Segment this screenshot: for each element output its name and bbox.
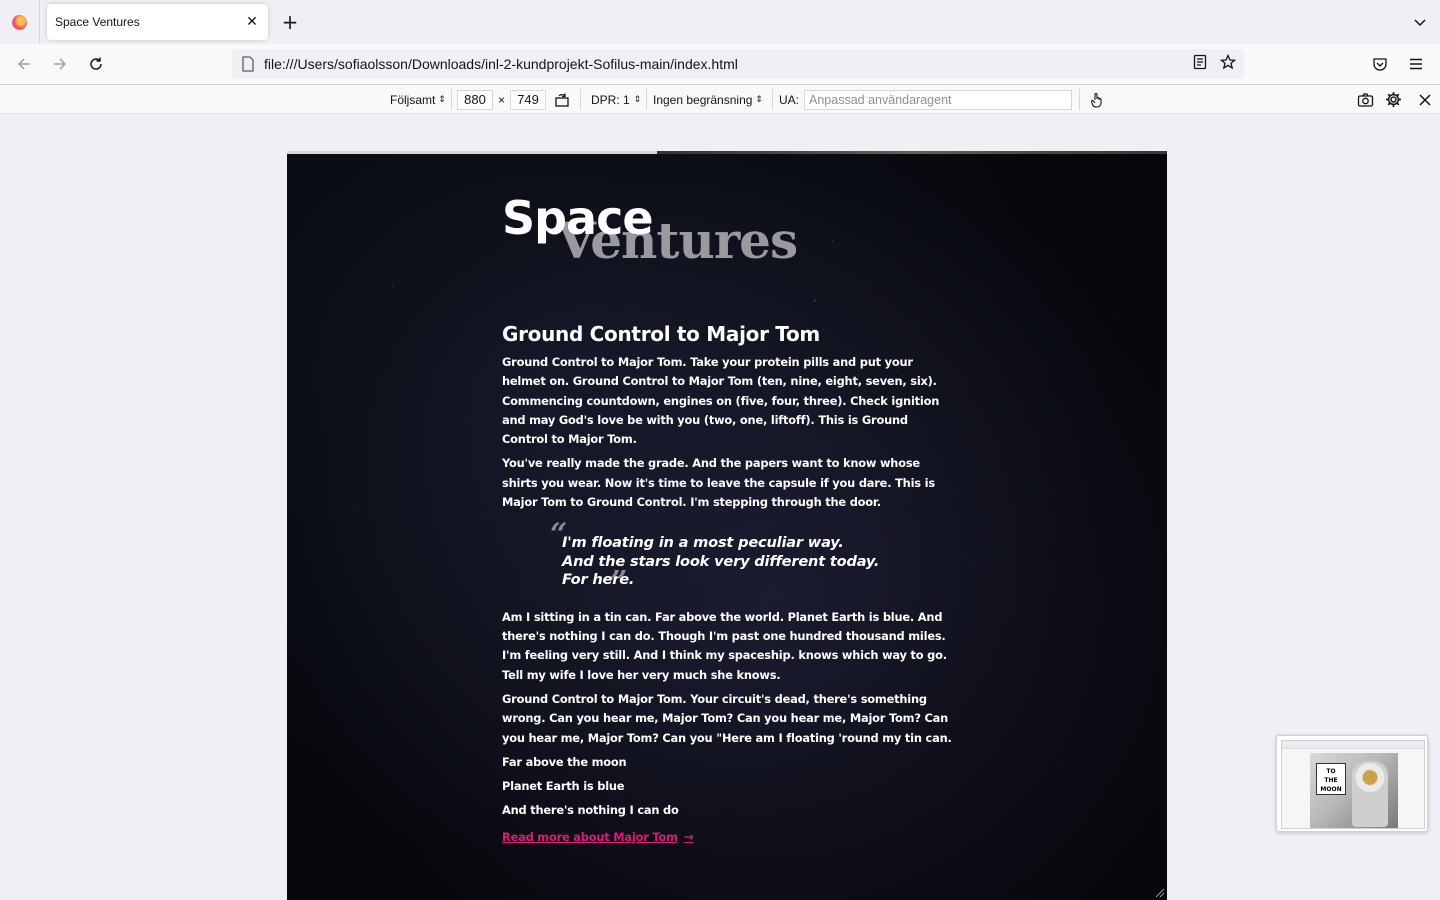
pull-quote: “ I'm floating in a most peculiar way. A… bbox=[550, 520, 952, 601]
tab-strip: Space Ventures ✕ + bbox=[0, 0, 1440, 44]
firefox-icon bbox=[12, 14, 27, 30]
settings-button[interactable] bbox=[1385, 90, 1402, 109]
dpr-selector[interactable]: DPR: 1 ⇕ bbox=[591, 90, 641, 109]
rdm-stage: Space Ventures Ground Control to Major T… bbox=[0, 114, 1440, 900]
viewport-size: 880 × 749 bbox=[457, 89, 547, 110]
page-icon bbox=[232, 56, 264, 72]
separator bbox=[451, 89, 452, 110]
astronaut-image bbox=[1352, 761, 1388, 827]
separator bbox=[1079, 89, 1080, 110]
reload-button[interactable] bbox=[84, 52, 108, 76]
screenshot-button[interactable] bbox=[1357, 90, 1374, 109]
pocket-button[interactable] bbox=[1368, 52, 1392, 76]
thumbnail-image: TO THE MOON bbox=[1281, 740, 1425, 829]
article-heading: Ground Control to Major Tom bbox=[502, 322, 820, 346]
reader-view-icon[interactable] bbox=[1192, 54, 1208, 74]
to-the-moon-sign: TO THE MOON bbox=[1316, 763, 1346, 795]
width-input[interactable]: 880 bbox=[457, 89, 493, 110]
thumbnail-toolbar bbox=[1282, 741, 1424, 749]
device-label: Följsamt bbox=[390, 92, 436, 107]
size-separator: × bbox=[498, 92, 506, 107]
app-menu-button[interactable] bbox=[1404, 52, 1428, 76]
separator bbox=[646, 89, 647, 110]
separator bbox=[772, 89, 773, 110]
firefox-menu[interactable] bbox=[0, 0, 40, 44]
paragraph-1: Ground Control to Major Tom. Take your p… bbox=[502, 355, 940, 447]
rotate-button[interactable] bbox=[554, 90, 570, 109]
arrow-right-icon: → bbox=[683, 829, 694, 844]
navigation-bar: file:///Users/sofiaolsson/Downloads/inl-… bbox=[0, 44, 1440, 85]
close-rdm-button[interactable] bbox=[1418, 90, 1432, 109]
user-agent-input[interactable]: Anpassad användaragent bbox=[804, 89, 1073, 110]
user-agent-group: UA: Anpassad användaragent bbox=[779, 89, 1073, 110]
gear-icon bbox=[1386, 92, 1401, 107]
resize-handle-icon[interactable] bbox=[1153, 886, 1165, 898]
rotate-icon bbox=[555, 93, 569, 107]
paragraph-4: Ground Control to Major Tom. Your circui… bbox=[502, 692, 952, 745]
tab-title: Space Ventures bbox=[55, 15, 140, 29]
logo-space-text: Space bbox=[502, 191, 654, 245]
close-icon bbox=[1419, 93, 1431, 106]
responsive-design-toolbar: Följsamt ⇕ 880 × 749 DPR: 1 ⇕ Ingen begr… bbox=[0, 85, 1440, 114]
emulated-viewport: Space Ventures Ground Control to Major T… bbox=[287, 151, 1167, 900]
read-more-link[interactable]: Read more about Major Tom → bbox=[502, 830, 694, 844]
bookmark-star-icon[interactable] bbox=[1219, 53, 1237, 74]
paragraph-2: You've really made the grade. And the pa… bbox=[502, 456, 935, 510]
device-selector[interactable]: Följsamt ⇕ bbox=[390, 90, 446, 109]
page-content: Space Ventures Ground Control to Major T… bbox=[502, 191, 952, 845]
list-all-tabs-button[interactable] bbox=[1410, 12, 1430, 32]
quote-close-icon: ” bbox=[610, 565, 628, 601]
back-button[interactable] bbox=[12, 52, 36, 76]
new-tab-button[interactable]: + bbox=[278, 10, 302, 34]
pocket-icon bbox=[1373, 58, 1387, 71]
reload-icon bbox=[90, 57, 102, 70]
height-input[interactable]: 749 bbox=[510, 89, 547, 110]
viewport-top-edge bbox=[287, 151, 657, 154]
chevron-down-icon bbox=[1414, 19, 1426, 27]
lyric-line: And there's nothing I can do bbox=[502, 802, 679, 817]
forward-arrow-icon bbox=[54, 58, 67, 70]
hero-image-edge bbox=[657, 151, 1167, 154]
sign-line: THE bbox=[1324, 777, 1338, 784]
forward-button[interactable] bbox=[48, 52, 72, 76]
quote-open-icon: “ bbox=[550, 517, 568, 553]
back-arrow-icon bbox=[17, 58, 30, 70]
touch-simulation-button[interactable] bbox=[1089, 90, 1105, 109]
sign-line: TO bbox=[1326, 768, 1336, 775]
throttling-label: Ingen begränsning bbox=[653, 92, 753, 107]
page-thumbnail-preview[interactable]: TO THE MOON bbox=[1276, 735, 1428, 832]
close-tab-button[interactable]: ✕ bbox=[240, 10, 264, 34]
select-arrows-icon: ⇕ bbox=[438, 94, 446, 104]
read-more-label: Read more about Major Tom bbox=[502, 829, 678, 844]
paragraph-3: Am I sitting in a tin can. Far above the… bbox=[502, 609, 947, 682]
site-logo[interactable]: Space Ventures bbox=[502, 191, 952, 281]
lyric-line: Far above the moon bbox=[502, 754, 627, 769]
url-text[interactable]: file:///Users/sofiaolsson/Downloads/inl-… bbox=[264, 56, 1192, 72]
select-arrows-icon: ⇕ bbox=[633, 94, 642, 104]
camera-icon bbox=[1357, 92, 1374, 107]
tab-space-ventures[interactable]: Space Ventures ✕ bbox=[47, 4, 268, 40]
lyric-line: Planet Earth is blue bbox=[502, 778, 625, 793]
touch-hand-icon bbox=[1090, 92, 1102, 108]
separator bbox=[580, 89, 581, 110]
ua-label: UA: bbox=[779, 92, 800, 107]
select-arrows-icon: ⇕ bbox=[755, 94, 763, 104]
throttling-selector[interactable]: Ingen begränsning ⇕ bbox=[653, 90, 763, 109]
sign-line: MOON bbox=[1320, 786, 1342, 793]
dpr-label: DPR: 1 bbox=[591, 92, 630, 107]
url-bar[interactable]: file:///Users/sofiaolsson/Downloads/inl-… bbox=[232, 49, 1244, 79]
quote-line: I'm floating in a most peculiar way. bbox=[562, 534, 844, 552]
hamburger-icon bbox=[1410, 58, 1422, 70]
